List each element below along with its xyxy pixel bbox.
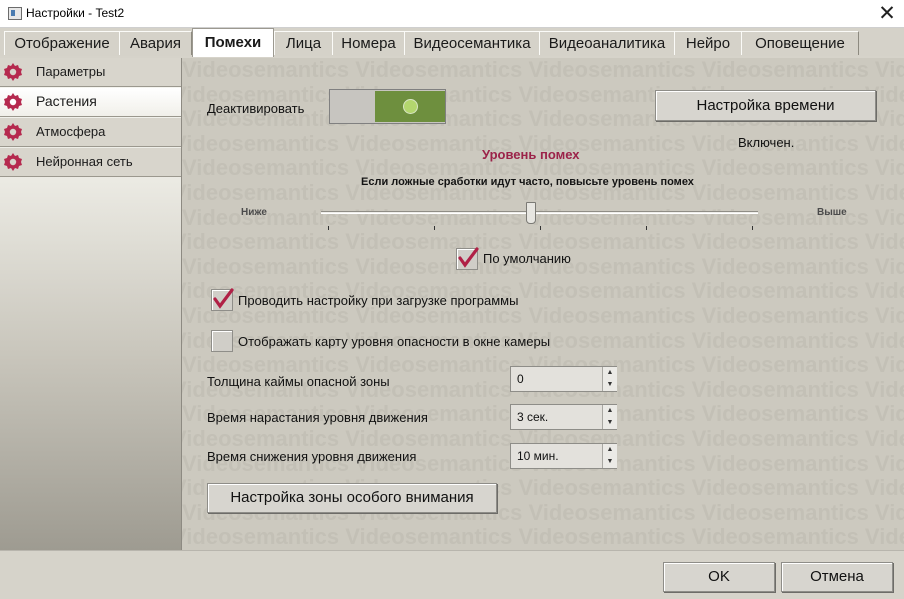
configure-on-load-checkbox[interactable] — [211, 288, 234, 311]
tab-neuro[interactable]: Нейро — [674, 31, 742, 55]
noise-level-title: Уровень помех — [482, 147, 580, 162]
fall-time-spinbox[interactable]: 10 мин. ▲ ▼ — [510, 443, 617, 469]
fall-time-value: 10 мин. — [517, 449, 559, 463]
rise-time-label: Время нарастания уровня движения — [207, 410, 428, 425]
noise-slider-track[interactable] — [321, 211, 758, 214]
check-icon — [458, 247, 479, 268]
sidebar-item-neural-network[interactable]: Нейронная сеть — [0, 148, 181, 177]
configure-on-load-label: Проводить настройку при загрузке програм… — [238, 293, 519, 308]
slider-max-label: Выше — [817, 207, 847, 218]
deactivate-label: Деактивировать — [207, 101, 305, 116]
spin-down-button[interactable]: ▼ — [602, 379, 617, 391]
tab-videosemantics[interactable]: Видеосемантика — [404, 31, 540, 55]
spin-down-button[interactable]: ▼ — [602, 417, 617, 429]
border-thickness-label: Толщина каймы опасной зоны — [207, 374, 390, 389]
default-checkbox[interactable] — [456, 247, 479, 270]
border-thickness-value: 0 — [517, 372, 524, 386]
sidebar-item-label: Растения — [36, 93, 97, 109]
tab-alarm[interactable]: Авария — [119, 31, 192, 55]
check-icon — [213, 288, 234, 309]
sidebar-item-plants[interactable]: Растения — [0, 88, 181, 117]
special-zone-button[interactable]: Настройка зоны особого внимания — [207, 483, 497, 513]
status-text: Включен. — [738, 135, 795, 150]
spin-down-button[interactable]: ▼ — [602, 456, 617, 468]
default-checkbox-label: По умолчанию — [483, 251, 571, 266]
noise-level-hint: Если ложные сработки идут часто, повысьт… — [361, 176, 694, 188]
sidebar: Параметры Растения Атмосфера Нейронная с… — [0, 58, 182, 550]
gear-icon — [4, 123, 22, 141]
slider-min-label: Ниже — [241, 207, 267, 218]
rise-time-spinbox[interactable]: 3 сек. ▲ ▼ — [510, 404, 617, 430]
tab-videoanalytics[interactable]: Видеоаналитика — [539, 31, 675, 55]
tab-plates[interactable]: Номера — [332, 31, 405, 55]
rise-time-value: 3 сек. — [517, 410, 549, 424]
border-thickness-spinbox[interactable]: 0 ▲ ▼ — [510, 366, 617, 392]
ok-button[interactable]: OK — [663, 562, 775, 592]
time-setup-button[interactable]: Настройка времени — [655, 90, 876, 121]
fall-time-label: Время снижения уровня движения — [207, 449, 417, 464]
deactivate-toggle[interactable] — [329, 89, 446, 124]
slider-tick — [645, 226, 647, 230]
sidebar-item-label: Атмосфера — [36, 124, 106, 139]
gear-icon — [4, 93, 22, 111]
sidebar-item-label: Параметры — [36, 64, 106, 79]
slider-tick — [433, 226, 435, 230]
slider-tick — [539, 226, 541, 230]
tab-display[interactable]: Отображение — [4, 31, 120, 55]
toggle-on-indicator — [375, 91, 445, 122]
sidebar-item-atmosphere[interactable]: Атмосфера — [0, 118, 181, 147]
gear-icon — [4, 153, 22, 171]
sidebar-item-label: Нейронная сеть — [36, 154, 133, 169]
app-icon — [8, 7, 22, 20]
noise-slider-thumb[interactable] — [526, 202, 537, 224]
slider-tick — [328, 226, 329, 230]
toggle-knob — [403, 99, 418, 114]
sidebar-item-parameters[interactable]: Параметры — [0, 58, 181, 87]
show-danger-map-label: Отображать карту уровня опасности в окне… — [238, 334, 551, 349]
tab-faces[interactable]: Лица — [274, 31, 333, 55]
cancel-button[interactable]: Отмена — [781, 562, 893, 592]
tab-notifications[interactable]: Оповещение — [741, 31, 859, 55]
gear-icon — [4, 63, 22, 81]
tab-noise[interactable]: Помехи — [192, 28, 274, 57]
title-bar — [0, 0, 904, 28]
show-danger-map-checkbox[interactable] — [211, 330, 233, 352]
window-title: Настройки - Test2 — [26, 6, 125, 20]
slider-tick — [751, 226, 753, 230]
close-icon[interactable]: ✕ — [872, 1, 902, 25]
